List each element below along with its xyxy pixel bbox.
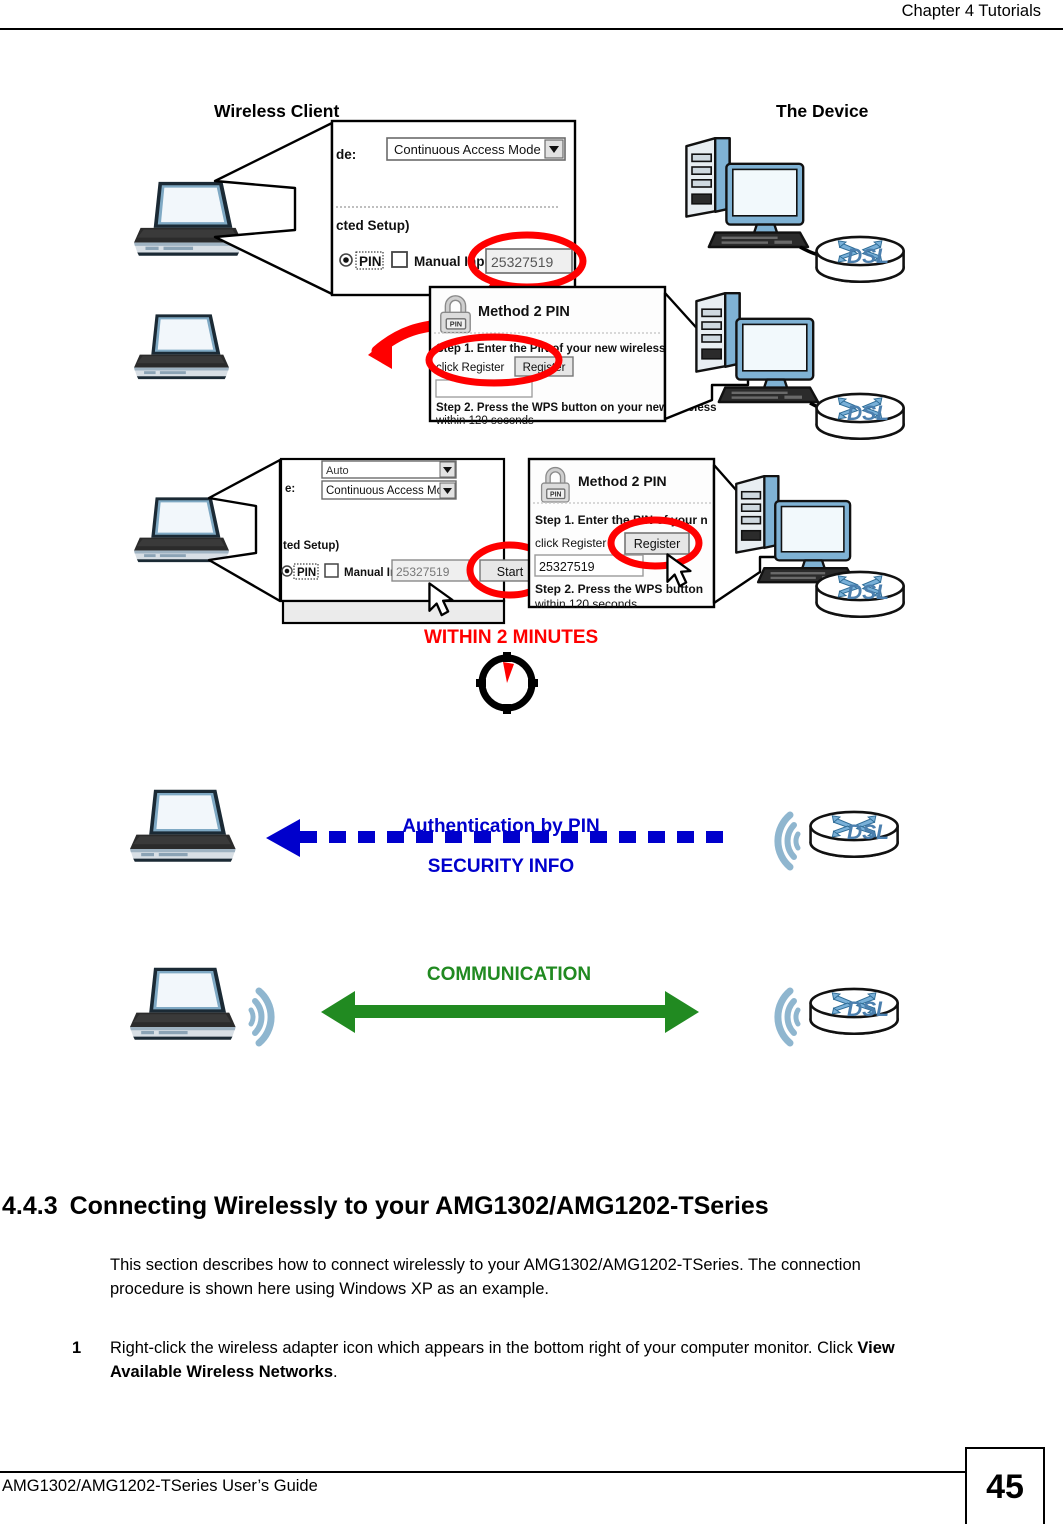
red-arrowhead [368, 335, 392, 369]
chapter-title: Chapter 4 Tutorials [901, 2, 1041, 20]
callout-cone-3 [207, 458, 282, 603]
mode-select-value[interactable]: Continuous Access Mode [394, 142, 541, 157]
intro-paragraph: This section describes how to connect wi… [110, 1256, 861, 1298]
section-title: Connecting Wirelessly to your AMG1302/AM… [69, 1192, 769, 1220]
list-item-number: 1 [72, 1339, 82, 1357]
pin-value-text: 25327519 [396, 565, 450, 579]
header-rule [0, 28, 1063, 30]
laptop-icon [134, 314, 230, 380]
client-config-panel-2: Auto e: Continuous Access Mode ted Setup… [279, 457, 541, 625]
step2-line2: within 120 seconds [435, 415, 534, 427]
desktop-icon [685, 136, 810, 249]
pin-value-text: 25327519 [491, 254, 554, 270]
list-item-text: Right-click the wireless adapter icon wh… [110, 1337, 932, 1385]
device2-pin-value: 25327519 [539, 560, 595, 574]
label-the-device: The Device [776, 101, 869, 121]
list-item-text-a: Right-click the wireless adapter icon wh… [110, 1339, 858, 1357]
mode-label: e: [285, 483, 295, 495]
manual-input-checkbox[interactable] [391, 251, 408, 268]
client-config-panel-1: de: Continuous Access Mode cted Setup) P… [330, 119, 577, 297]
footer-rule [0, 1471, 965, 1473]
section-number: 4.4.3 [2, 1192, 58, 1220]
pin-radio-label: PIN [297, 567, 316, 579]
label-wireless-client: Wireless Client [214, 101, 339, 121]
list-item-text-b: . [333, 1362, 338, 1381]
laptop-icon [130, 967, 236, 1040]
step2-step1-line2: click Register [535, 536, 606, 550]
label-communication: COMMUNICATION [427, 964, 591, 985]
communication-arrow [321, 991, 699, 1033]
pin-radio-label: PIN [359, 254, 382, 269]
page-title: 4.4.3 Connecting Wirelessly to your AMG13… [2, 1192, 769, 1221]
guide-name: AMG1302/AMG1202-TSeries User’s Guide [2, 1477, 318, 1495]
step2-line2: within 120 seconds [534, 597, 637, 611]
page-number-box: 45 [965, 1447, 1045, 1524]
device-pin-panel-2: Method 2 PIN Step 1. Enter the PIN of yo… [527, 457, 716, 611]
page-header: Chapter 4 Tutorials [0, 0, 1063, 40]
list-item: 1 Right-click the wireless adapter icon … [72, 1337, 932, 1385]
wireless-waves-icon [778, 991, 798, 1043]
setup-label: cted Setup) [336, 218, 410, 233]
laptop-icon [130, 789, 236, 862]
setup-label: ted Setup) [283, 540, 339, 552]
start-button-label: Start [497, 565, 524, 579]
router-label: DSL [847, 998, 889, 1021]
page-footer: AMG1302/AMG1202-TSeries User’s Guide 45 [0, 1434, 1063, 1524]
laptop-icon [134, 497, 230, 563]
clock-icon [476, 652, 538, 714]
page-number: 45 [986, 1467, 1024, 1506]
panel-title: Method 2 PIN [578, 473, 667, 489]
wireless-waves-icon [251, 991, 271, 1043]
router-label: DSL [847, 821, 889, 844]
wireless-waves-icon [778, 815, 798, 867]
callout-cone-1 [213, 121, 334, 296]
register-button-label: Register [634, 537, 681, 551]
laptop-icon [134, 181, 243, 256]
router-label: DSL [847, 245, 889, 268]
panel-title: Method 2 PIN [478, 304, 570, 320]
label-within-2-minutes: WITHIN 2 MINUTES [424, 627, 598, 648]
top-field-value: Auto [326, 465, 349, 477]
router-label: DSL [847, 581, 889, 604]
wps-tutorial-figure: PIN Wireless Client The Device de: Conti… [0, 55, 1063, 1145]
label-security-info: SECURITY INFO [428, 856, 574, 877]
manual-input-label: Manual Input [414, 254, 498, 269]
mode-label: de: [336, 147, 356, 162]
router-label: DSL [847, 402, 889, 425]
manual-input-checkbox[interactable] [324, 563, 339, 578]
mode-select-value[interactable]: Continuous Access Mode [326, 485, 456, 497]
